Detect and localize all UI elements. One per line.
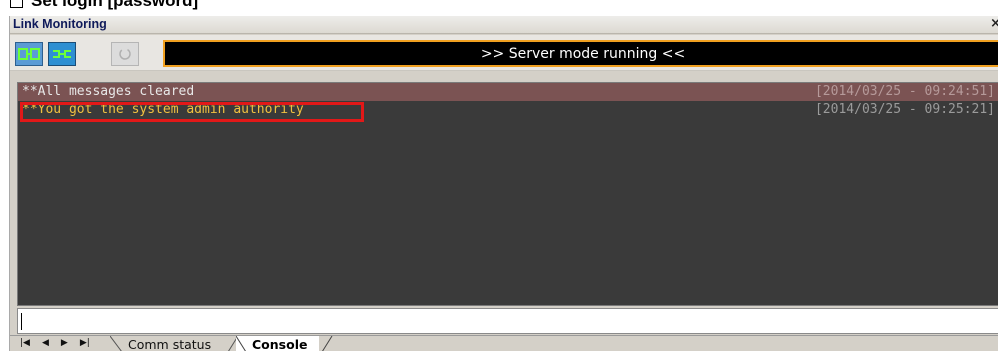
server-status-text: >> Server mode running << xyxy=(480,45,686,62)
tab-outline xyxy=(236,336,333,351)
link-monitoring-window: Link Monitoring × >> Server mode running… xyxy=(9,16,998,351)
server-status-banner: >> Server mode running << xyxy=(163,40,998,67)
window-title: Link Monitoring xyxy=(13,17,107,31)
first-tab-icon[interactable]: |◀ xyxy=(20,338,30,348)
message-timestamp: [2014/03/25 - 09:25:21] xyxy=(814,102,995,117)
tab-outline xyxy=(110,336,239,351)
console-log[interactable]: **All messages cleared [2014/03/25 - 09:… xyxy=(17,82,998,306)
next-tab-icon[interactable]: ▶ xyxy=(61,338,68,348)
link-plug-icon xyxy=(53,50,71,58)
title-bar: Link Monitoring × xyxy=(10,16,998,34)
tab-navigation: |◀ ◀ ▶ ▶| xyxy=(20,338,90,348)
message-text: **All messages cleared xyxy=(22,84,195,99)
document-heading-text: Set login [password] xyxy=(31,0,199,10)
console-message-row[interactable]: **All messages cleared [2014/03/25 - 09:… xyxy=(18,83,998,101)
text-caret xyxy=(21,313,22,330)
link-connect-button[interactable] xyxy=(15,42,43,66)
close-icon[interactable]: × xyxy=(990,16,998,31)
tab-console[interactable]: Console xyxy=(236,336,333,351)
toolbar: >> Server mode running << xyxy=(10,35,998,71)
prev-tab-icon[interactable]: ◀ xyxy=(42,338,49,348)
message-text: **You got the system admin authority xyxy=(22,102,304,117)
tab-comm-status[interactable]: Comm status xyxy=(110,336,239,351)
checkbox-icon xyxy=(10,0,23,8)
link-connect-icon xyxy=(18,48,40,60)
last-tab-icon[interactable]: ▶| xyxy=(80,338,90,348)
console-input[interactable] xyxy=(17,308,998,334)
refresh-button[interactable] xyxy=(111,42,139,66)
refresh-icon xyxy=(119,48,131,60)
tab-strip: |◀ ◀ ▶ ▶| Comm status Console xyxy=(10,335,998,351)
message-timestamp: [2014/03/25 - 09:24:51] xyxy=(814,84,995,99)
link-plug-button[interactable] xyxy=(48,42,76,66)
document-heading: Set login [password] xyxy=(10,0,198,10)
console-message-row[interactable]: **You got the system admin authority [20… xyxy=(18,101,998,119)
